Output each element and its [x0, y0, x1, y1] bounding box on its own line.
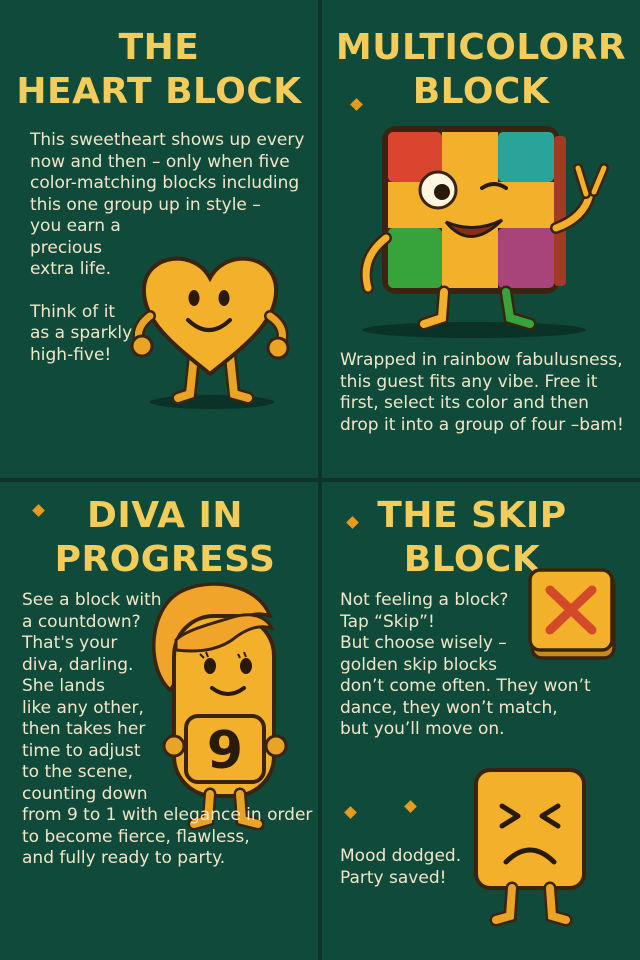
text-line: Mood dodged.: [340, 846, 462, 866]
text-line: But choose wisely –: [340, 633, 507, 653]
text-line: a countdown?: [22, 611, 141, 632]
text-line: to become fierce, flawless,: [22, 826, 250, 847]
multicolor-block-title: MULTICOLORR BLOCK: [322, 26, 640, 114]
text-line: Tap “Skip”!: [340, 611, 435, 632]
diva-block-panel: DIVA IN PROGRESS 9 See a block with a co…: [0, 482, 318, 960]
text-line: like any other,: [22, 697, 144, 718]
multicolor-block-panel: MULTICOLORR BLOCK Wrapped in rainbow fab…: [322, 0, 640, 478]
text-line: counting down: [22, 783, 148, 804]
text-line: don’t come often. They won’t: [340, 676, 591, 696]
text-line: Party saved!: [340, 867, 447, 888]
text-line: drop it into a group of four –bam!: [340, 414, 624, 435]
heart-block-title: THE HEART BLOCK: [0, 26, 318, 114]
multicolor-block-description: Wrapped in rainbow fabulusness, this gue…: [340, 350, 624, 436]
text-line: dance, they won’t match,: [340, 697, 558, 718]
heart-character-icon: [130, 256, 290, 409]
text-line: color-matching blocks including: [30, 173, 300, 193]
title-line: BLOCK: [412, 71, 550, 112]
title-line: THE SKIP: [377, 495, 567, 536]
skip-block-tagline: Mood dodged. Party saved!: [340, 846, 461, 889]
text-line: time to adjust: [22, 740, 141, 761]
text-line: Not feeling a block?: [340, 590, 509, 610]
text-line: and fully ready to party.: [22, 848, 226, 868]
text-line: diva, darling.: [22, 654, 134, 675]
text-line: this one group up in style –: [30, 194, 261, 215]
text-line: but you’ll move on.: [340, 719, 505, 739]
text-line: Wrapped in rainbow fabulusness,: [340, 350, 623, 370]
text-line: golden skip blocks: [340, 654, 497, 675]
text-line: now and then – only when five: [30, 151, 290, 172]
text-line: to the scene,: [22, 762, 134, 782]
text-line: See a block with: [22, 590, 162, 610]
sparkle-icon: [404, 800, 417, 813]
title-line: MULTICOLORR: [335, 27, 627, 68]
text-line: from 9 to 1 with elegance in order: [22, 805, 313, 825]
text-line: you earn a: [30, 216, 121, 236]
text-line: This sweetheart shows up every: [30, 130, 305, 150]
heart-block-panel: THE HEART BLOCK This sweetheart shows up…: [0, 0, 318, 478]
title-line: DIVA IN: [86, 495, 244, 536]
title-line: HEART BLOCK: [16, 71, 302, 112]
text-line: then takes her: [22, 719, 146, 739]
text-line: this guest fits any vibe. Free it: [340, 371, 598, 392]
skip-character-icon: [474, 768, 586, 927]
diva-block-title: DIVA IN PROGRESS: [0, 494, 318, 582]
title-line: PROGRESS: [54, 539, 276, 580]
skip-block-description: Not feeling a block? Tap “Skip”! But cho…: [340, 590, 591, 741]
text-line: That's your: [22, 633, 118, 653]
text-line: first, select its color and then: [340, 393, 589, 413]
sparkle-icon: [344, 806, 357, 819]
title-line: THE: [118, 27, 200, 68]
text-line: She lands: [22, 676, 105, 696]
multicolor-character-icon: [360, 126, 609, 338]
skip-block-panel: THE SKIP BLOCK Not feeling a block? Tap …: [322, 482, 640, 960]
infographic-page: THE HEART BLOCK This sweetheart shows up…: [0, 0, 640, 960]
diva-block-description: See a block with a countdown? That's you…: [22, 590, 312, 870]
